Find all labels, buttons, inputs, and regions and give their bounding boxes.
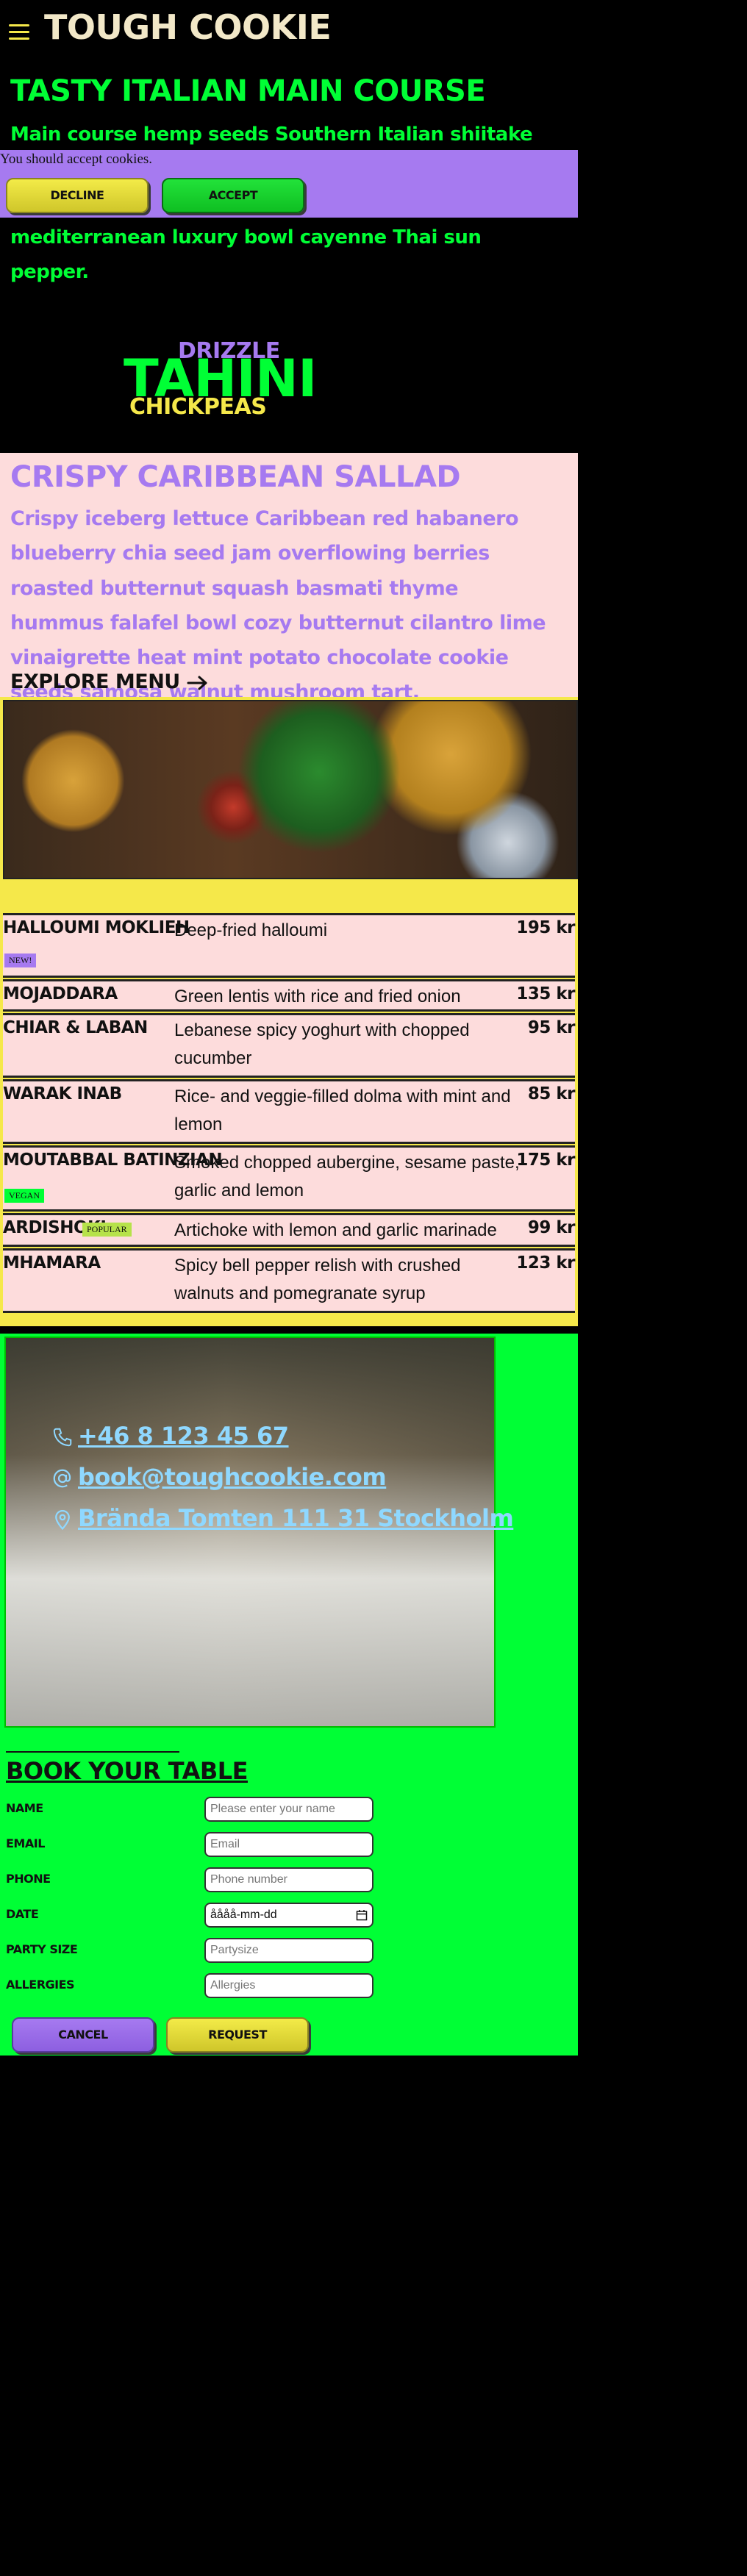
menu-item-desc: Green lentis with rice and fried onion [174,987,461,1006]
arrow-right-icon [187,676,207,690]
menu-item-name: MOJADDARA [3,984,118,1003]
restaurant-image [4,1337,496,1728]
allergies-field[interactable] [204,1973,374,1998]
accept-button[interactable]: ACCEPT [162,178,304,213]
phone-text: +46 8 123 45 67 [78,1422,289,1450]
site-header: TOUGH COOKIE [0,0,578,65]
menu-item-desc: Lebanese spicy yoghurt with chopped cucu… [174,1020,470,1069]
cancel-button[interactable]: CANCEL [12,2017,154,2053]
email-text: book@toughcookie.com [78,1463,387,1491]
email-label: EMAIL [6,1836,45,1850]
menu-item-price: 99 kr [527,1218,576,1237]
phone-field[interactable] [204,1867,374,1892]
phone-link[interactable]: +46 8 123 45 67 [51,1422,289,1450]
menu-item-name: MHAMARA [3,1253,101,1273]
name-field[interactable] [204,1797,374,1822]
phone-label: PHONE [6,1872,51,1886]
menu-item-name: HALLOUMI MOKLIEH [3,918,190,937]
date-placeholder: åååå-mm-dd [210,1908,277,1921]
at-icon [53,1469,71,1488]
tahini-graphic: DRIZZLE TAHINI CHICKPEAS [118,338,317,426]
menu-section: HALLOUMI MOKLIEH Deep-fried halloumi 195… [0,697,578,1326]
logo[interactable]: TOUGH COOKIE [44,10,332,44]
hamburger-menu-icon[interactable] [9,24,29,40]
address-link[interactable]: Brända Tomten 111 31 Stockholm [51,1504,514,1532]
explore-menu-label: EXPLORE MENU [10,670,180,693]
menu-item-price: 195 kr [516,918,575,937]
name-label: NAME [6,1801,43,1815]
crispy-section: CRISPY CARIBBEAN SALLAD Crispy iceberg l… [0,453,578,704]
booking-title: BOOK YOUR TABLE [6,1757,248,1785]
contact-section: +46 8 123 45 67 book@toughcookie.com Brä… [0,1334,578,2056]
menu-item-price: 95 kr [527,1018,576,1037]
menu-row: HALLOUMI MOKLIEH Deep-fried halloumi 195… [3,913,575,978]
divider [6,1751,179,1753]
menu-row: WARAK INAB Rice- and veggie-filled dolma… [3,1079,576,1144]
date-field[interactable]: åååå-mm-dd [204,1903,374,1928]
cookie-banner: You should accept cookies. DECLINE ACCEP… [0,150,578,218]
menu-item-price: 123 kr [516,1253,575,1273]
party-size-field[interactable] [204,1938,374,1963]
menu-item-price: 175 kr [516,1151,575,1170]
menu-item-name: CHIAR & LABAN [3,1018,148,1037]
phone-icon [53,1428,72,1447]
cookie-text: You should accept cookies. [0,151,153,167]
menu-item-desc: Artichoke with lemon and garlic marinade [174,1220,497,1240]
menu-row: MHAMARA Spicy bell pepper relish with cr… [3,1248,575,1313]
decline-button[interactable]: DECLINE [6,178,149,213]
menu-row: CHIAR & LABAN Lebanese spicy yoghurt wit… [3,1013,576,1078]
menu-item-price: 85 kr [527,1084,576,1103]
menu-item-name: WARAK INAB [3,1084,122,1103]
menu-item-desc: Smoked chopped aubergine, sesame paste, … [174,1153,520,1201]
food-image [3,700,578,879]
menu-row: MOUTABBAL BATINZIAN Smoked chopped auber… [3,1145,575,1212]
menu-row: MOJADDARA Green lentis with rice and fri… [3,979,575,1012]
email-field[interactable] [204,1832,374,1857]
explore-menu-link[interactable]: EXPLORE MENU [10,670,209,693]
request-button[interactable]: REQUEST [166,2017,309,2053]
hero-title: TASTY ITALIAN MAIN COURSE [10,74,486,108]
crispy-title: CRISPY CARIBBEAN SALLAD [10,460,461,494]
menu-item-desc: Deep-fried halloumi [174,920,328,940]
tag-badge: POPULAR [82,1223,132,1237]
menu-item-desc: Rice- and veggie-filled dolma with mint … [174,1087,511,1135]
menu-row: ARDISHOKI POPULAR Artichoke with lemon a… [3,1213,576,1247]
allergies-label: ALLERGIES [6,1978,75,1992]
address-text: Brända Tomten 111 31 Stockholm [78,1504,514,1532]
party-size-label: PARTY SIZE [6,1942,78,1956]
menu-item-desc: Spicy bell pepper relish with crushed wa… [174,1256,461,1304]
map-pin-icon [55,1509,70,1531]
email-link[interactable]: book@toughcookie.com [51,1463,387,1491]
menu-item-price: 135 kr [516,984,575,1003]
tag-badge: VEGAN [4,1189,44,1203]
tag-badge: NEW! [4,954,37,967]
calendar-icon [356,1910,368,1921]
graphic-word-chickpeas: CHICKPEAS [129,394,267,420]
date-label: DATE [6,1907,39,1921]
